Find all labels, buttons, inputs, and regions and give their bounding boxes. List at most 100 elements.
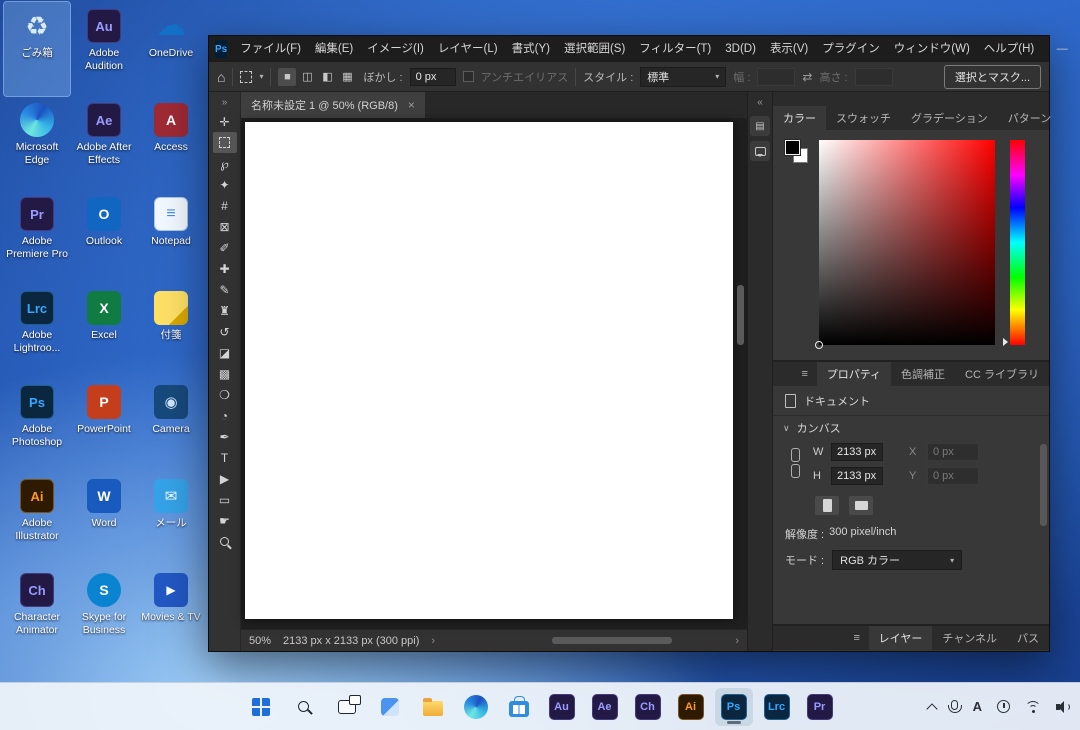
- canvas-width-input[interactable]: 2133 px: [831, 443, 883, 461]
- tab-gradients[interactable]: グラデーション: [901, 106, 998, 130]
- menu-select[interactable]: 選択範囲(S): [557, 36, 632, 62]
- minimize-button[interactable]: —: [1041, 36, 1080, 62]
- audition-button[interactable]: Au: [543, 688, 581, 726]
- eyedropper-tool[interactable]: ✐: [213, 237, 237, 258]
- color-mode-select[interactable]: RGB カラー ▾: [832, 550, 962, 570]
- desktop-icon-outlook[interactable]: O Outlook: [71, 190, 137, 284]
- tab-patterns[interactable]: パターン: [998, 106, 1061, 130]
- file-explorer-button[interactable]: [414, 688, 452, 726]
- feather-input[interactable]: 0 px: [410, 68, 456, 86]
- saturation-brightness-field[interactable]: [819, 140, 995, 345]
- tab-color[interactable]: カラー: [773, 106, 826, 130]
- photoshop-button[interactable]: Ps: [715, 688, 753, 726]
- desktop-icon-recycle-bin[interactable]: ♻ ごみ箱: [4, 2, 70, 96]
- height-input[interactable]: [855, 68, 893, 86]
- desktop-icon-notepad[interactable]: ≡ Notepad: [138, 190, 204, 284]
- new-selection-mode[interactable]: ■: [278, 68, 296, 86]
- dodge-tool[interactable]: ◔: [213, 405, 237, 426]
- ime-indicator[interactable]: A: [973, 699, 982, 714]
- microphone-icon[interactable]: [951, 700, 958, 710]
- rectangular-marquee-tool[interactable]: [213, 132, 237, 153]
- link-dimensions-icon[interactable]: [791, 448, 799, 478]
- canvas-y-input[interactable]: 0 px: [927, 467, 979, 485]
- type-tool[interactable]: T: [213, 447, 237, 468]
- crop-tool[interactable]: #: [213, 195, 237, 216]
- toolbar-collapse-icon[interactable]: »: [222, 94, 228, 111]
- width-input[interactable]: [757, 68, 795, 86]
- tab-properties[interactable]: プロパティ: [817, 362, 891, 386]
- home-icon[interactable]: ⌂: [217, 69, 225, 85]
- chevron-right-icon[interactable]: ›: [735, 635, 739, 647]
- zoom-tool[interactable]: [213, 531, 237, 552]
- select-and-mask-button[interactable]: 選択とマスク...: [944, 65, 1041, 89]
- after-effects-button[interactable]: Ae: [586, 688, 624, 726]
- panel-menu-icon[interactable]: ≡: [793, 362, 817, 386]
- desktop-icon-after-effects[interactable]: Ae Adobe After Effects: [71, 96, 137, 190]
- menu-type[interactable]: 書式(Y): [505, 36, 557, 62]
- desktop-icon-illustrator[interactable]: Ai Adobe Illustrator: [4, 472, 70, 566]
- blur-tool[interactable]: ❍: [213, 384, 237, 405]
- desktop-icon-character-animator[interactable]: Ch Character Animator: [4, 566, 70, 660]
- healing-brush-tool[interactable]: ✚: [213, 258, 237, 279]
- desktop-icon-sticky-notes[interactable]: 付箋: [138, 284, 204, 378]
- menu-file[interactable]: ファイル(F): [233, 36, 308, 62]
- edge-button[interactable]: [457, 688, 495, 726]
- chevron-up-icon[interactable]: [926, 703, 937, 714]
- portrait-orientation-button[interactable]: [815, 496, 839, 515]
- start-button[interactable]: [242, 688, 280, 726]
- panel-menu-icon[interactable]: ≡: [845, 626, 869, 650]
- menu-window[interactable]: ウィンドウ(W): [887, 36, 977, 62]
- color-picker-marker[interactable]: [815, 341, 823, 349]
- tab-layers[interactable]: レイヤー: [869, 626, 933, 650]
- desktop-icon-edge[interactable]: Microsoft Edge: [4, 96, 70, 190]
- history-panel-icon[interactable]: ▤: [750, 116, 770, 136]
- horizontal-scrollbar[interactable]: [552, 637, 672, 644]
- tab-adjustments[interactable]: 色調補正: [891, 362, 955, 386]
- antialias-checkbox[interactable]: [463, 71, 474, 82]
- pen-tool[interactable]: ✒: [213, 426, 237, 447]
- foreground-color-swatch[interactable]: [785, 140, 800, 155]
- desktop-icon-access[interactable]: A Access: [138, 96, 204, 190]
- task-view-button[interactable]: [328, 688, 366, 726]
- subtract-selection-mode[interactable]: ◧: [318, 68, 336, 86]
- chevron-right-icon[interactable]: ›: [431, 635, 435, 647]
- desktop-icon-lightroom-classic[interactable]: Lrc Adobe Lightroo...: [4, 284, 70, 378]
- hue-slider[interactable]: [1010, 140, 1025, 345]
- menu-layer[interactable]: レイヤー(L): [431, 36, 505, 62]
- premiere-pro-button[interactable]: Pr: [801, 688, 839, 726]
- desktop-icon-premiere-pro[interactable]: Pr Adobe Premiere Pro: [4, 190, 70, 284]
- search-button[interactable]: [285, 688, 323, 726]
- panel-expand-icon[interactable]: «: [757, 94, 763, 111]
- illustrator-button[interactable]: Ai: [672, 688, 710, 726]
- history-brush-tool[interactable]: ↺: [213, 321, 237, 342]
- tab-paths[interactable]: パス: [1007, 626, 1049, 650]
- widgets-button[interactable]: [371, 688, 409, 726]
- desktop-icon-photoshop[interactable]: Ps Adobe Photoshop: [4, 378, 70, 472]
- rectangle-tool[interactable]: ▭: [213, 489, 237, 510]
- clone-stamp-tool[interactable]: ♜: [213, 300, 237, 321]
- desktop-icon-powerpoint[interactable]: P PowerPoint: [71, 378, 137, 472]
- tab-swatches[interactable]: スウォッチ: [826, 106, 901, 130]
- close-icon[interactable]: ×: [408, 98, 415, 112]
- desktop-icon-audition[interactable]: Au Adobe Audition: [71, 2, 137, 96]
- wifi-icon[interactable]: [1025, 701, 1041, 713]
- character-animator-button[interactable]: Ch: [629, 688, 667, 726]
- desktop-icon-excel[interactable]: X Excel: [71, 284, 137, 378]
- menu-3d[interactable]: 3D(D): [718, 36, 763, 62]
- swap-dimensions-icon[interactable]: ⇄: [802, 70, 812, 84]
- add-selection-mode[interactable]: ◫: [298, 68, 316, 86]
- lasso-tool[interactable]: ℘: [213, 153, 237, 174]
- style-select[interactable]: 標準 ▾: [640, 67, 726, 87]
- volume-icon[interactable]: [1056, 701, 1070, 713]
- menu-plugins[interactable]: プラグイン: [815, 36, 887, 62]
- canvas-x-input[interactable]: 0 px: [927, 443, 979, 461]
- menu-edit[interactable]: 編集(E): [308, 36, 360, 62]
- document-tab[interactable]: 名称未設定 1 @ 50% (RGB/8) ×: [241, 92, 425, 118]
- zoom-level[interactable]: 50%: [249, 635, 271, 647]
- brush-tool[interactable]: ✎: [213, 279, 237, 300]
- move-tool[interactable]: ✛: [213, 111, 237, 132]
- menu-view[interactable]: 表示(V): [763, 36, 815, 62]
- menu-image[interactable]: イメージ(I): [360, 36, 431, 62]
- tab-channels[interactable]: チャンネル: [932, 626, 1007, 650]
- panel-scrollbar[interactable]: [1040, 444, 1047, 526]
